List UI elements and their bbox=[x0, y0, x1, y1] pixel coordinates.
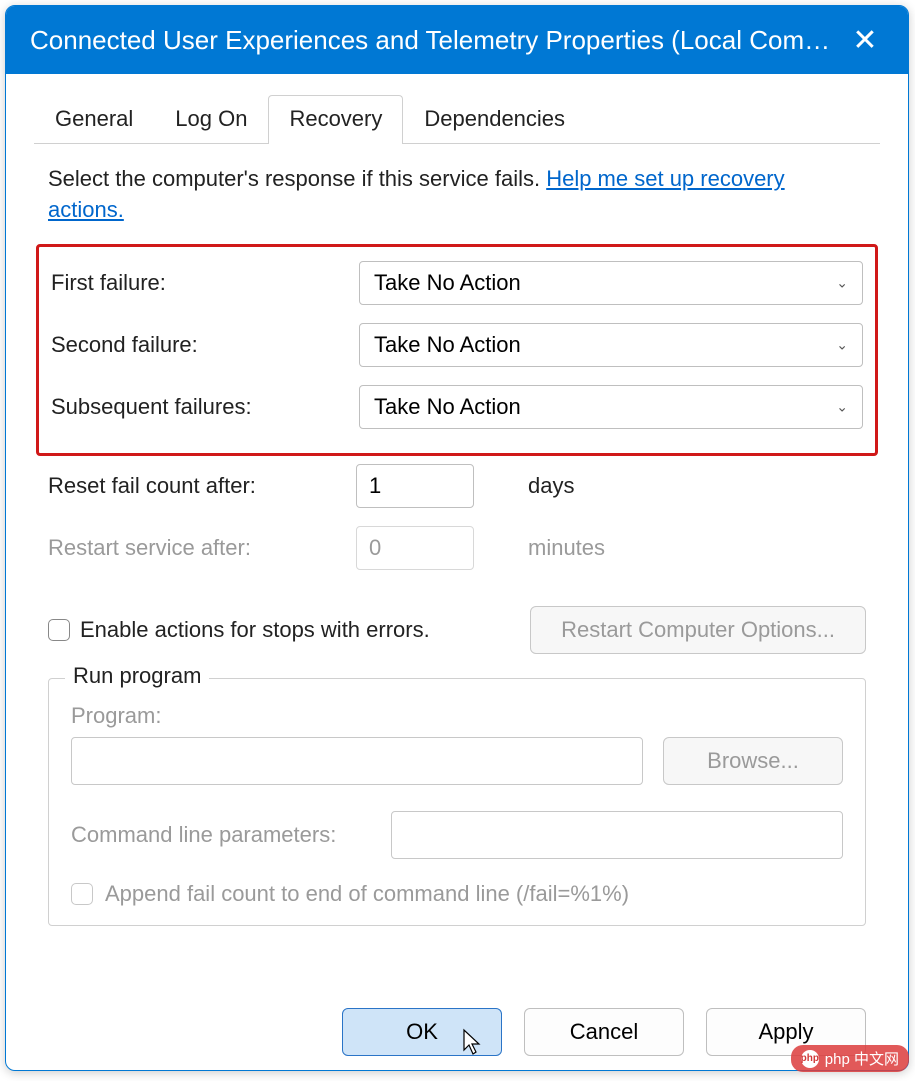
second-failure-select[interactable]: Take No Action ⌄ bbox=[359, 323, 863, 367]
first-failure-value: Take No Action bbox=[374, 270, 521, 296]
chevron-down-icon: ⌄ bbox=[836, 274, 848, 291]
run-program-group: Run program Program: Browse... Command l… bbox=[48, 678, 866, 926]
window-title: Connected User Experiences and Telemetry… bbox=[30, 25, 840, 56]
chevron-down-icon: ⌄ bbox=[836, 336, 848, 353]
enable-actions-row: Enable actions for stops with errors. Re… bbox=[34, 606, 880, 654]
restart-service-unit: minutes bbox=[528, 535, 605, 561]
subsequent-failure-label: Subsequent failures: bbox=[51, 394, 359, 420]
dialog-content: General Log On Recovery Dependencies Sel… bbox=[6, 74, 908, 1070]
restart-computer-options-button: Restart Computer Options... bbox=[530, 606, 866, 654]
chevron-down-icon: ⌄ bbox=[836, 398, 848, 415]
intro-text-static: Select the computer's response if this s… bbox=[48, 166, 546, 191]
enable-actions-label: Enable actions for stops with errors. bbox=[80, 617, 430, 643]
restart-service-input: 0 bbox=[356, 526, 474, 570]
first-failure-label: First failure: bbox=[51, 270, 359, 296]
properties-dialog: Connected User Experiences and Telemetry… bbox=[5, 5, 909, 1071]
cancel-button[interactable]: Cancel bbox=[524, 1008, 684, 1056]
cmd-params-row: Command line parameters: bbox=[71, 811, 843, 859]
cmd-params-label: Command line parameters: bbox=[71, 822, 371, 848]
subsequent-failure-row: Subsequent failures: Take No Action ⌄ bbox=[51, 385, 863, 429]
tab-recovery[interactable]: Recovery bbox=[268, 95, 403, 144]
program-input bbox=[71, 737, 643, 785]
reset-fail-input[interactable]: 1 bbox=[356, 464, 474, 508]
append-fail-row: Append fail count to end of command line… bbox=[71, 881, 843, 907]
first-failure-row: First failure: Take No Action ⌄ bbox=[51, 261, 863, 305]
tab-dependencies[interactable]: Dependencies bbox=[403, 95, 586, 144]
subsequent-failure-value: Take No Action bbox=[374, 394, 521, 420]
reset-fail-value: 1 bbox=[369, 473, 381, 499]
second-failure-row: Second failure: Take No Action ⌄ bbox=[51, 323, 863, 367]
titlebar: Connected User Experiences and Telemetry… bbox=[6, 6, 908, 74]
close-icon[interactable]: ✕ bbox=[840, 15, 890, 65]
browse-button: Browse... bbox=[663, 737, 843, 785]
reset-fail-label: Reset fail count after: bbox=[48, 473, 356, 499]
second-failure-value: Take No Action bbox=[374, 332, 521, 358]
restart-service-row: Restart service after: 0 minutes bbox=[34, 526, 880, 570]
intro-text: Select the computer's response if this s… bbox=[34, 164, 880, 226]
append-fail-label: Append fail count to end of command line… bbox=[105, 881, 629, 907]
cmd-params-input bbox=[391, 811, 843, 859]
subsequent-failure-select[interactable]: Take No Action ⌄ bbox=[359, 385, 863, 429]
reset-fail-unit: days bbox=[528, 473, 574, 499]
reset-fail-row: Reset fail count after: 1 days bbox=[34, 464, 880, 508]
append-fail-checkbox bbox=[71, 883, 93, 905]
tab-log-on[interactable]: Log On bbox=[154, 95, 268, 144]
watermark-text: php 中文网 bbox=[825, 1048, 899, 1069]
program-row: Browse... bbox=[71, 737, 843, 785]
tab-general[interactable]: General bbox=[34, 95, 154, 144]
run-program-legend: Run program bbox=[65, 663, 209, 689]
second-failure-label: Second failure: bbox=[51, 332, 359, 358]
dialog-buttons: OK Cancel Apply bbox=[34, 984, 880, 1056]
restart-service-value: 0 bbox=[369, 535, 381, 561]
program-label: Program: bbox=[71, 703, 843, 729]
enable-actions-checkbox[interactable] bbox=[48, 619, 70, 641]
failure-actions-highlight: First failure: Take No Action ⌄ Second f… bbox=[36, 244, 878, 456]
php-icon: php bbox=[801, 1050, 819, 1068]
ok-button[interactable]: OK bbox=[342, 1008, 502, 1056]
first-failure-select[interactable]: Take No Action ⌄ bbox=[359, 261, 863, 305]
tabstrip: General Log On Recovery Dependencies bbox=[34, 94, 880, 144]
restart-service-label: Restart service after: bbox=[48, 535, 356, 561]
watermark: php php 中文网 bbox=[791, 1045, 909, 1072]
